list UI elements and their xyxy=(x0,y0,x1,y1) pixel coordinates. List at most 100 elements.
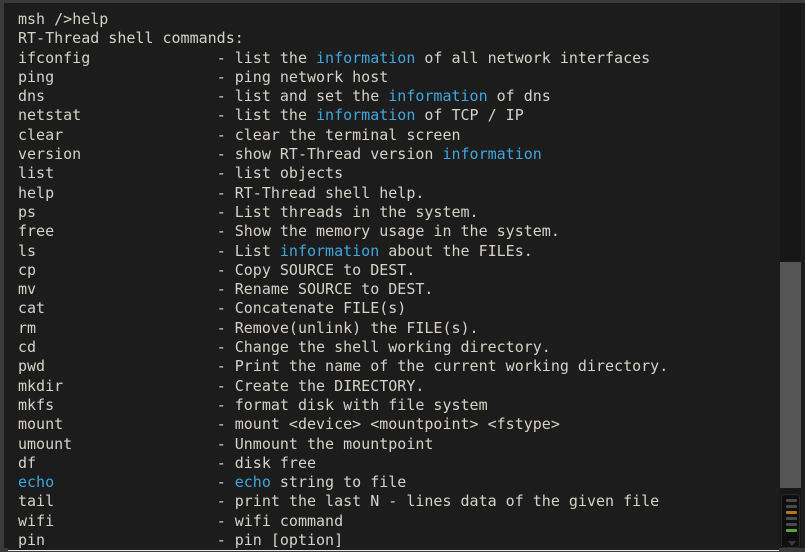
command-help-row: mkfs - format disk with file system xyxy=(8,396,779,415)
command-help-row: ls - List information about the FILEs. xyxy=(8,242,779,261)
command-help-row: rm - Remove(unlink) the FILE(s). xyxy=(8,319,779,338)
description-keyword: information xyxy=(442,145,542,164)
command-name: umount xyxy=(18,434,217,453)
command-name: tail xyxy=(18,492,217,511)
description-keyword: information xyxy=(316,48,416,67)
command-name: ps xyxy=(18,202,217,221)
command-description: - format disk with file system xyxy=(216,395,488,414)
command-name: echo xyxy=(18,473,217,492)
command-name: version xyxy=(18,145,217,164)
command-name: mount xyxy=(18,415,217,434)
command-description: - Rename SOURCE to DEST. xyxy=(216,280,434,299)
command-description: - List xyxy=(216,241,280,260)
command-name: cd xyxy=(18,338,217,357)
command-help-row: ifconfig - list the information of all n… xyxy=(8,49,779,68)
command-description: - wifi command xyxy=(216,511,344,530)
description-keyword: echo xyxy=(234,473,271,492)
command-help-row: umount - Unmount the mountpoint xyxy=(8,435,779,454)
command-help-row: echo - echo string to file xyxy=(8,473,779,492)
command-description-tail: of dns xyxy=(487,87,551,106)
command-name: cat xyxy=(18,299,217,318)
terminal-window: msh />help RT-Thread shell commands: ifcon… xyxy=(0,0,805,552)
command-help-row: cat - Concatenate FILE(s) xyxy=(8,299,779,318)
command-help-row: mount - mount <device> <mountpoint> <fst… xyxy=(8,415,779,434)
command-description-tail: about the FILEs. xyxy=(379,241,533,260)
command-name: mkdir xyxy=(18,376,217,395)
command-help-row: cd - Change the shell working directory. xyxy=(8,338,779,357)
command-name: list xyxy=(18,164,217,183)
command-help-row: help - RT-Thread shell help. xyxy=(8,184,779,203)
output-header: RT-Thread shell commands: xyxy=(18,29,244,48)
command-description: - List threads in the system. xyxy=(216,202,479,221)
command-help-row: netstat - list the information of TCP / … xyxy=(8,106,779,125)
command-help-row: mv - Rename SOURCE to DEST. xyxy=(8,280,779,299)
command-help-row: wifi - wifi command xyxy=(8,512,779,531)
command-description: - Print the name of the current working … xyxy=(216,357,669,376)
command-name: df xyxy=(18,453,217,472)
command-description: - Change the shell working directory. xyxy=(216,338,551,357)
command-description: - list objects xyxy=(216,164,344,183)
command-description: - mount <device> <mountpoint> <fstype> xyxy=(216,415,560,434)
description-keyword: information xyxy=(316,106,416,125)
grip-line xyxy=(786,499,797,502)
command-description: - list the xyxy=(216,48,317,67)
command-help-row: mkdir - Create the DIRECTORY. xyxy=(8,377,779,396)
command-name: netstat xyxy=(18,106,217,125)
command-description: - clear the terminal screen xyxy=(216,125,461,144)
command-description: - list and set the xyxy=(216,87,389,106)
command-name: ifconfig xyxy=(18,48,217,67)
command-name: ls xyxy=(18,241,217,260)
command-description-tail: string to file xyxy=(270,473,407,492)
command-name: wifi xyxy=(18,511,217,530)
command-description: - Remove(unlink) the FILE(s). xyxy=(216,318,479,337)
command-description-tail: of all network interfaces xyxy=(415,48,651,67)
command-help-row: df - disk free xyxy=(8,454,779,473)
scrollbar-track[interactable] xyxy=(780,3,801,262)
command-description: - Unmount the mountpoint xyxy=(216,434,434,453)
vertical-scrollbar[interactable] xyxy=(780,3,801,548)
command-help-row: pwd - Print the name of the current work… xyxy=(8,357,779,376)
command-help-row: cp - Copy SOURCE to DEST. xyxy=(8,261,779,280)
command-name: pwd xyxy=(18,357,217,376)
command-help-row: free - Show the memory usage in the syst… xyxy=(8,222,779,241)
terminal-frame: msh />help RT-Thread shell commands: ifcon… xyxy=(0,0,805,552)
entered-command: help xyxy=(72,10,109,28)
command-name: ping xyxy=(18,67,217,86)
command-name: mkfs xyxy=(18,395,217,414)
command-description: - the network bandwidth measurement tool xyxy=(217,550,578,551)
terminal-output[interactable]: msh />help RT-Thread shell commands: ifcon… xyxy=(8,6,779,551)
command-help-row: dns - list and set the information of dn… xyxy=(8,87,779,106)
command-help-row: version - show RT-Thread version informa… xyxy=(8,145,779,164)
scrollbar-thumb[interactable] xyxy=(780,262,801,488)
description-keyword: information xyxy=(388,87,488,106)
grip-line-orange xyxy=(786,511,797,514)
command-help-row: ping - ping network host xyxy=(8,68,779,87)
command-name: cp xyxy=(18,260,217,279)
command-name: clear xyxy=(18,125,217,144)
scrollbar-down-button[interactable] xyxy=(781,494,800,548)
command-description-tail: of TCP / IP xyxy=(415,106,524,125)
command-description: - RT-Thread shell help. xyxy=(216,183,425,202)
command-name: free xyxy=(18,222,217,241)
grip-line xyxy=(786,523,797,526)
command-name: help xyxy=(18,183,217,202)
command-description: - Copy SOURCE to DEST. xyxy=(216,260,416,279)
chevron-down-icon[interactable] xyxy=(788,541,796,546)
command-name: dns xyxy=(18,87,217,106)
command-help-row: iperf - the network bandwidth measuremen… xyxy=(8,550,779,551)
command-description: - disk free xyxy=(216,453,317,472)
command-help-row: ps - List threads in the system. xyxy=(8,203,779,222)
command-description: - pin [option] xyxy=(216,531,344,550)
command-help-row: tail - print the last N - lines data of … xyxy=(8,492,779,511)
command-description: - Concatenate FILE(s) xyxy=(216,299,407,318)
shell-prompt: msh /> xyxy=(18,10,73,28)
command-description: - show RT-Thread version xyxy=(216,145,443,164)
command-description: - ping network host xyxy=(216,67,389,86)
command-description: - xyxy=(216,473,235,492)
command-name: pin xyxy=(18,531,217,550)
grip-line xyxy=(786,505,797,508)
command-description: - print the last N - lines data of the g… xyxy=(216,492,660,511)
command-help-row: pin - pin [option] xyxy=(8,531,779,550)
command-description: - list the xyxy=(216,106,317,125)
command-help-row: clear - clear the terminal screen xyxy=(8,126,779,145)
